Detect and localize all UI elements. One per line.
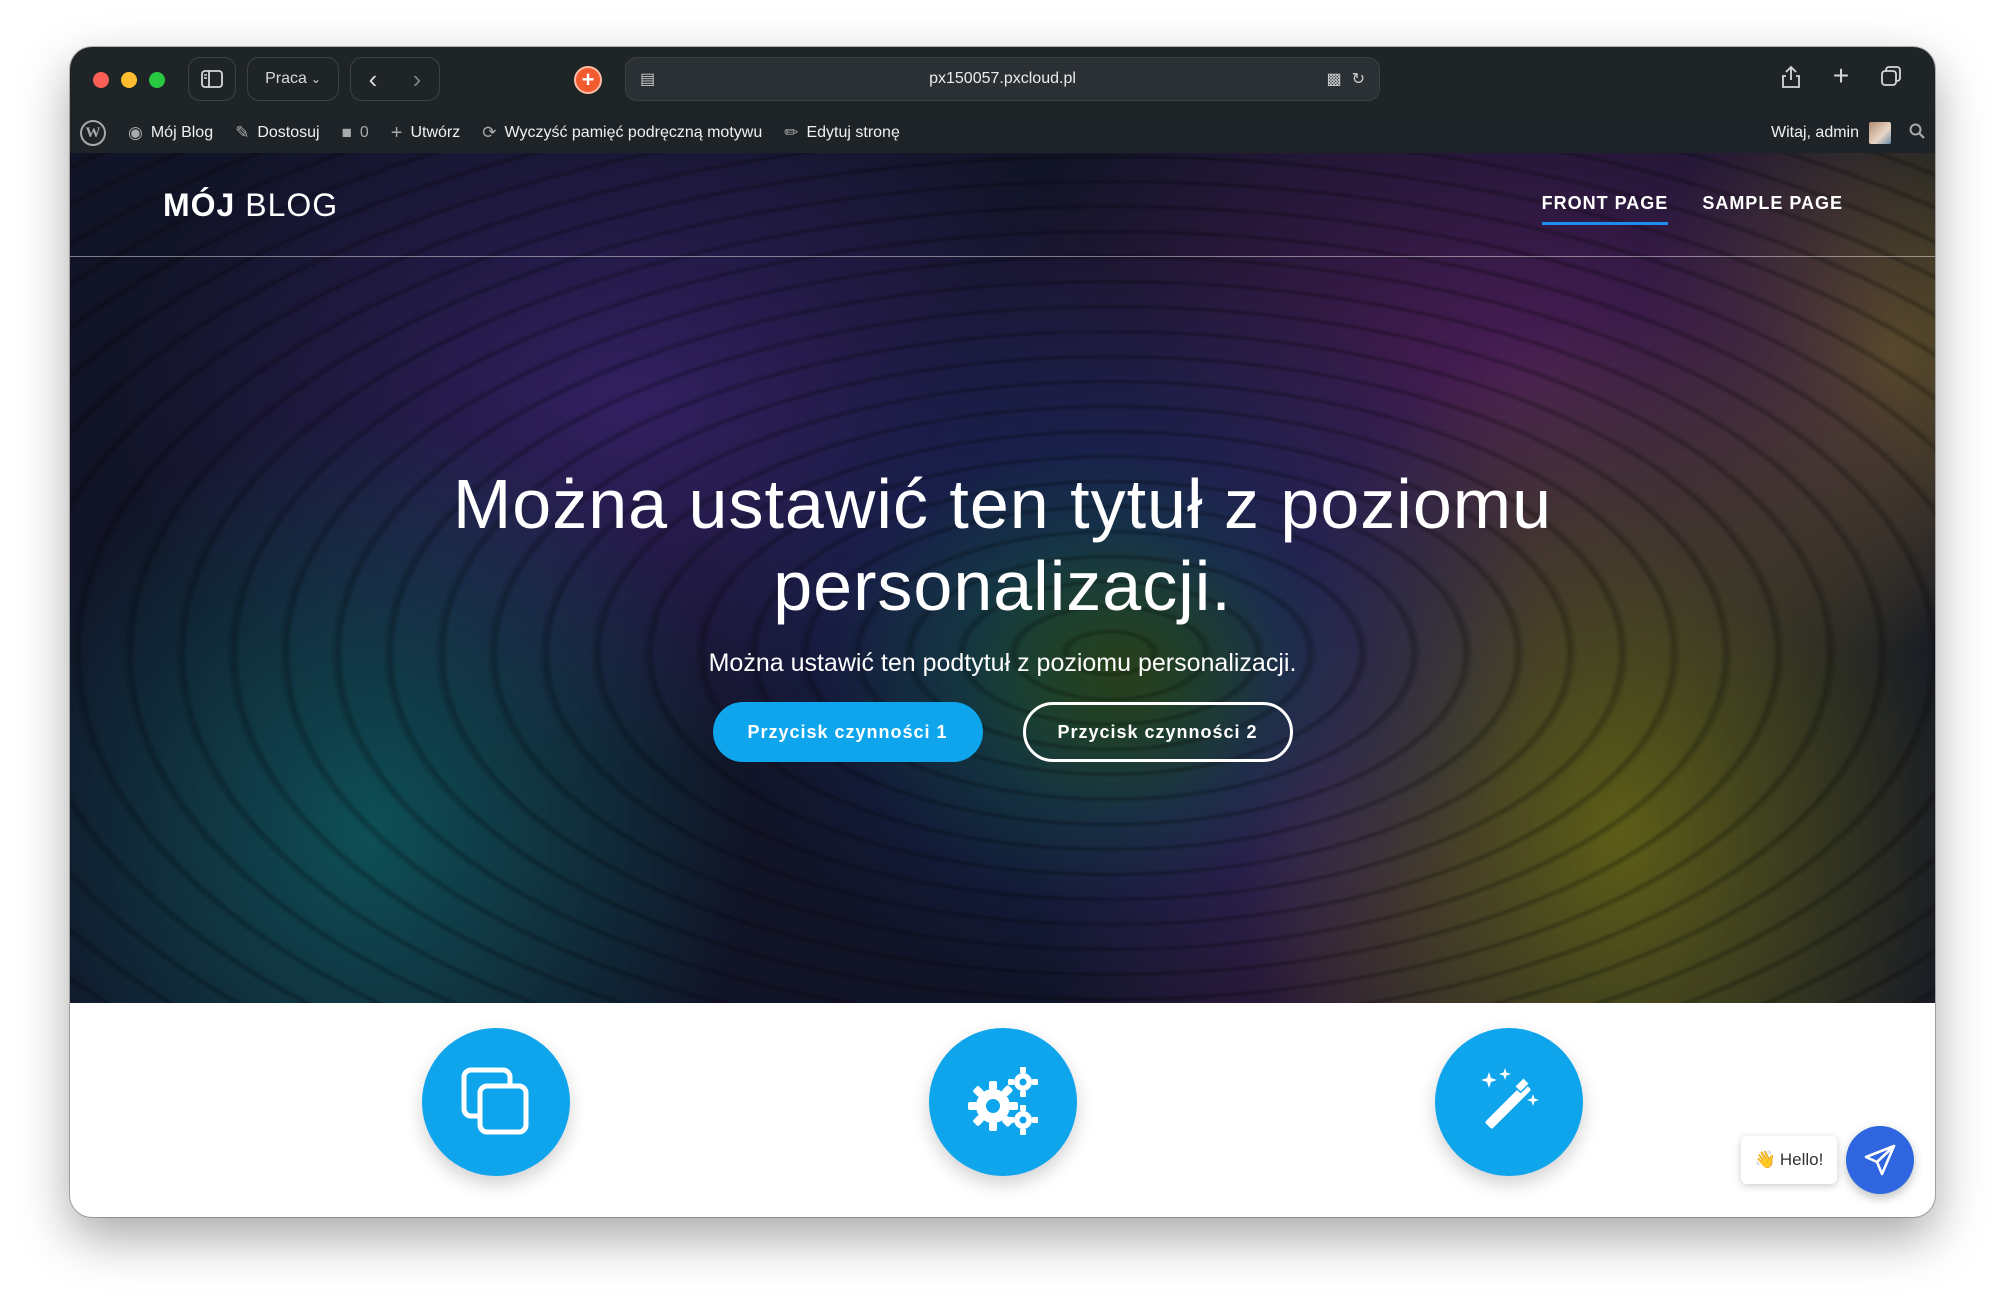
url-text: px150057.pxcloud.pl xyxy=(929,70,1076,87)
profile-label: Praca xyxy=(265,70,307,87)
adminbar-greeting[interactable]: Witaj, admin xyxy=(1771,124,1859,142)
pencil-icon: ✏ xyxy=(784,123,799,142)
forward-icon[interactable]: › xyxy=(395,64,439,95)
nav-front-page[interactable]: FRONT PAGE xyxy=(1541,193,1669,225)
chevron-down-icon: ⌄ xyxy=(310,72,321,86)
close-window-button[interactable] xyxy=(93,72,109,88)
nav-sample-page[interactable]: SAMPLE PAGE xyxy=(1702,193,1843,225)
profile-button[interactable]: Praca ⌄ xyxy=(247,57,339,101)
adminbar-clear-cache[interactable]: ⟳ Wyczyść pamięć podręczną motywu xyxy=(482,123,762,143)
site-nav: FRONT PAGE SAMPLE PAGE xyxy=(1541,193,1843,225)
browser-toolbar: Praca ⌄ ‹ › + ▤ px150057.pxcloud.pl ▩ ↻ … xyxy=(70,47,1935,113)
chat-hello-bubble[interactable]: 👋 Hello! xyxy=(1741,1136,1837,1184)
chat-hello-text: Hello! xyxy=(1779,1150,1824,1169)
feature-copy xyxy=(422,1028,570,1176)
tab-overview-icon[interactable] xyxy=(1877,65,1905,95)
minimize-window-button[interactable] xyxy=(121,72,137,88)
send-icon xyxy=(1864,1144,1896,1176)
magic-wand-icon xyxy=(1481,1068,1539,1129)
search-icon[interactable] xyxy=(1909,123,1925,144)
plus-icon: + xyxy=(390,121,403,144)
page-settings-icon[interactable]: ▤ xyxy=(640,69,655,89)
adminbar-customize[interactable]: ✎ Dostosuj xyxy=(235,123,320,143)
sidebar-toggle-button[interactable] xyxy=(188,57,236,101)
hero-subtitle: Można ustawić ten podtytuł z poziomu per… xyxy=(708,649,1297,677)
action-button-2[interactable]: Przycisk czynności 2 xyxy=(1022,702,1293,762)
browser-window: Praca ⌄ ‹ › + ▤ px150057.pxcloud.pl ▩ ↻ … xyxy=(70,47,1935,1217)
hero-content: Można ustawić ten tytuł z poziomu person… xyxy=(70,463,1935,762)
reload-icon[interactable]: ↻ xyxy=(1352,69,1365,89)
site-header: MÓJ BLOG FRONT PAGE SAMPLE PAGE xyxy=(70,153,1935,257)
feature-magic xyxy=(1435,1028,1583,1176)
maximize-window-button[interactable] xyxy=(149,72,165,88)
action-button-1[interactable]: Przycisk czynności 1 xyxy=(712,702,983,762)
feature-gears xyxy=(929,1028,1077,1176)
wp-admin-bar: W ◉ Mój Blog ✎ Dostosuj ■ 0 + Utwórz ⟳ W… xyxy=(70,113,1935,153)
hero-section: MÓJ BLOG FRONT PAGE SAMPLE PAGE Można us… xyxy=(70,153,1935,1003)
extension-add-icon[interactable]: + xyxy=(574,66,602,94)
sidebar-icon xyxy=(201,70,223,88)
wordpress-logo-icon[interactable]: W xyxy=(80,120,106,146)
address-bar[interactable]: ▤ px150057.pxcloud.pl ▩ ↻ xyxy=(625,57,1380,101)
back-icon[interactable]: ‹ xyxy=(351,64,395,95)
adminbar-comments[interactable]: ■ 0 xyxy=(342,123,369,143)
gears-icon xyxy=(968,1067,1038,1135)
site-title[interactable]: MÓJ BLOG xyxy=(163,187,338,224)
chat-send-button[interactable] xyxy=(1846,1126,1914,1194)
dashboard-icon: ◉ xyxy=(128,123,143,142)
copy-icon xyxy=(461,1067,529,1135)
brush-icon: ✎ xyxy=(235,123,250,142)
hero-title: Można ustawić ten tytuł z poziomu person… xyxy=(452,465,1553,625)
wave-icon: 👋 xyxy=(1754,1150,1776,1169)
history-nav: ‹ › xyxy=(350,57,440,101)
translate-icon[interactable]: ▩ xyxy=(1326,69,1341,89)
avatar[interactable] xyxy=(1869,122,1891,144)
adminbar-new[interactable]: + Utwórz xyxy=(391,122,460,145)
hero-buttons: Przycisk czynności 1 Przycisk czynności … xyxy=(70,702,1935,762)
new-tab-icon[interactable]: + xyxy=(1827,62,1855,95)
share-icon[interactable] xyxy=(1777,65,1805,95)
adminbar-site-name[interactable]: ◉ Mój Blog xyxy=(128,123,213,143)
adminbar-edit-page[interactable]: ✏ Edytuj stronę xyxy=(784,123,900,143)
refresh-icon: ⟳ xyxy=(482,123,497,142)
comment-icon: ■ xyxy=(341,123,352,142)
